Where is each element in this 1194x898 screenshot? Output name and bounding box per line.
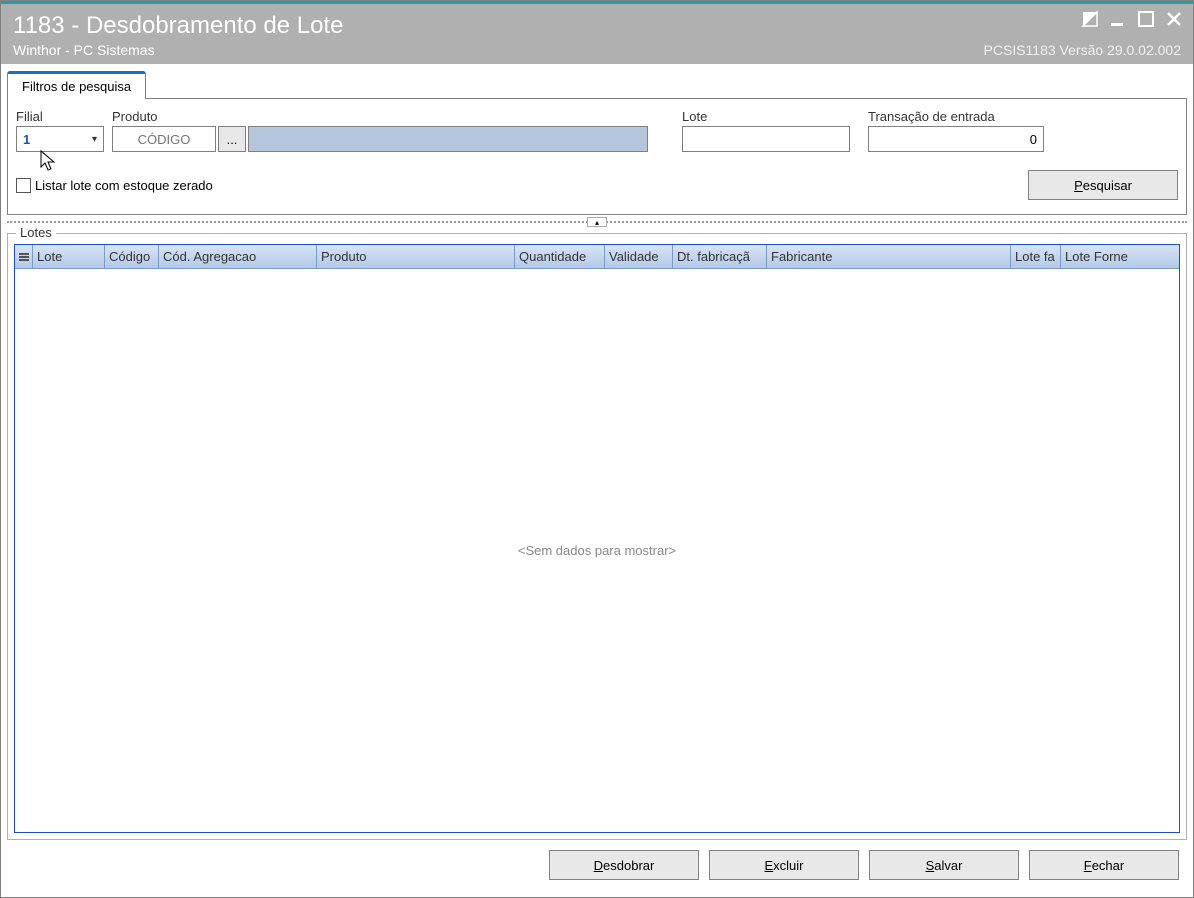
version-label: PCSIS1183 Versão 29.0.02.002 (984, 42, 1181, 58)
filial-value: 1 (23, 132, 30, 147)
col-lote-fa[interactable]: Lote fa (1011, 245, 1061, 268)
col-validade[interactable]: Validade (605, 245, 673, 268)
lookup-button[interactable]: ... (218, 126, 246, 152)
lotes-grid: Lote Código Cód. Agregacao Produto Quant… (14, 244, 1180, 833)
produto-label: Produto (112, 109, 648, 124)
desdobrar-button[interactable]: Desdobrar (549, 850, 699, 880)
button-bar: Desdobrar Excluir Salvar Fechar (7, 840, 1187, 884)
filter-row-2: Listar lote com estoque zerado Pesquisar (16, 170, 1178, 200)
col-produto[interactable]: Produto (317, 245, 515, 268)
grid-header: Lote Código Cód. Agregacao Produto Quant… (15, 245, 1179, 269)
filter-row-1: Filial 1 ▾ Produto ... (16, 109, 1178, 152)
salvar-button[interactable]: Salvar (869, 850, 1019, 880)
col-quantidade[interactable]: Quantidade (515, 245, 605, 268)
minimize-icon[interactable] (1109, 10, 1127, 28)
lote-group: Lote (682, 109, 850, 152)
col-dt-fabricacao[interactable]: Dt. fabricaçã (673, 245, 767, 268)
lote-input[interactable] (682, 126, 850, 152)
window-controls (1081, 10, 1183, 28)
transacao-input[interactable] (868, 126, 1044, 152)
zero-stock-checkbox-group: Listar lote com estoque zerado (16, 178, 213, 193)
tab-filtros[interactable]: Filtros de pesquisa (7, 71, 146, 99)
filial-label: Filial (16, 109, 104, 124)
fechar-button[interactable]: Fechar (1029, 850, 1179, 880)
codigo-input[interactable] (112, 126, 216, 152)
filial-group: Filial 1 ▾ (16, 109, 104, 152)
titlebar: 1183 - Desdobramento de Lote Winthor - P… (1, 4, 1193, 64)
window-mode-icon[interactable] (1081, 10, 1099, 28)
lotes-section: Lotes Lote Código Cód. Agregacao Produto… (7, 233, 1187, 840)
grid-body: <Sem dados para mostrar> (15, 269, 1179, 832)
col-fabricante[interactable]: Fabricante (767, 245, 1011, 268)
lotes-legend: Lotes (16, 225, 56, 240)
maximize-icon[interactable] (1137, 10, 1155, 28)
lote-label: Lote (682, 109, 850, 124)
tab-bar: Filtros de pesquisa (7, 70, 1187, 98)
no-data-label: <Sem dados para mostrar> (518, 543, 676, 558)
col-lote-forne[interactable]: Lote Forne (1061, 245, 1147, 268)
excluir-button[interactable]: Excluir (709, 850, 859, 880)
filter-panel: Filial 1 ▾ Produto ... (7, 98, 1187, 215)
col-lote[interactable]: Lote (33, 245, 105, 268)
grid-indicator-icon[interactable] (15, 245, 33, 268)
transacao-group: Transação de entrada (868, 109, 1044, 152)
zero-stock-checkbox[interactable] (16, 178, 31, 193)
transacao-label: Transação de entrada (868, 109, 1044, 124)
produto-group: Produto ... (112, 109, 648, 152)
app-window: 1183 - Desdobramento de Lote Winthor - P… (0, 0, 1194, 898)
splitter[interactable]: ▴ (7, 217, 1187, 231)
chevron-down-icon: ▾ (92, 134, 97, 145)
window-title: 1183 - Desdobramento de Lote (13, 12, 1181, 40)
col-cod-agregacao[interactable]: Cód. Agregacao (159, 245, 317, 268)
zero-stock-label: Listar lote com estoque zerado (35, 178, 213, 193)
splitter-handle-icon[interactable]: ▴ (587, 217, 607, 227)
pesquisar-button[interactable]: Pesquisar (1028, 170, 1178, 200)
content-area: Filtros de pesquisa Filial 1 ▾ Produto (1, 64, 1193, 890)
produto-display (248, 126, 648, 152)
col-codigo[interactable]: Código (105, 245, 159, 268)
filial-select[interactable]: 1 ▾ (16, 126, 104, 152)
close-icon[interactable] (1165, 10, 1183, 28)
